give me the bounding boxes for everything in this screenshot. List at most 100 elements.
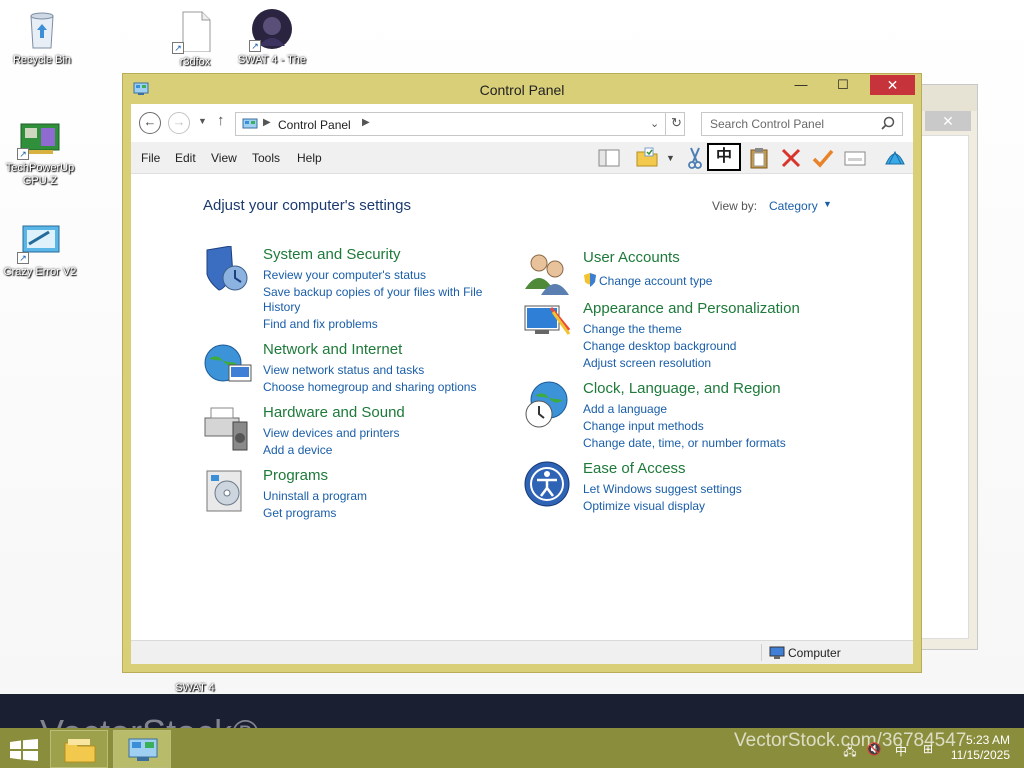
shield-icon[interactable] [203,245,253,294]
globe-clock-icon[interactable] [523,380,573,428]
taskbar: VectorStock.com/36784547 🖧 🔇 中 ⊞ 5:23 AM… [0,728,1024,768]
category-link[interactable]: Choose homegroup and sharing options [263,380,476,394]
status-bar: Computer [131,640,913,664]
game-icon: ↗ [249,8,293,52]
printer-speaker-icon[interactable] [203,404,253,452]
system-clock[interactable]: 5:23 AM 11/15/2025 [951,733,1010,763]
up-button[interactable]: ↑ [217,112,225,129]
display-icon[interactable] [523,300,573,348]
category-link[interactable]: View devices and printers [263,426,400,440]
background-window[interactable]: ✕ [918,84,978,650]
page-heading: Adjust your computer's settings [203,197,411,214]
category-link[interactable]: Change desktop background [583,339,736,353]
shell-icon[interactable] [883,146,907,170]
category-link[interactable]: View network status and tasks [263,363,424,377]
category-link[interactable]: Optimize visual display [583,499,705,513]
desktop-icon-recycle-bin[interactable]: Recycle Bin [0,8,84,66]
delete-icon[interactable] [779,146,803,170]
users-icon[interactable] [523,249,573,297]
input-method-indicator[interactable]: 中 [707,143,741,171]
background-window-close-button[interactable]: ✕ [925,111,971,131]
category-link[interactable]: Let Windows suggest settings [583,482,742,496]
globe-network-icon[interactable] [203,341,253,389]
search-input[interactable] [701,112,903,136]
start-button[interactable] [10,739,38,761]
cut-icon[interactable] [683,146,707,170]
desktop-icon-crazy-error[interactable]: ↗ Crazy Error V2 [0,220,82,278]
checkmark-icon[interactable] [811,146,835,170]
category-link[interactable]: Find and fix problems [263,317,378,331]
category-link[interactable]: Adjust screen resolution [583,356,711,370]
preview-pane-icon[interactable] [597,146,621,170]
file-explorer-icon [64,737,96,766]
category-link[interactable]: Uninstall a program [263,489,367,503]
paste-icon[interactable] [747,146,771,170]
background-window-titlebar[interactable] [919,85,977,111]
properties-icon[interactable] [843,146,867,170]
breadcrumb-separator-icon[interactable]: ▶ [263,117,271,128]
network-icon[interactable]: 🖧 [842,742,858,758]
category-title[interactable]: Network and Internet [263,341,402,358]
taskbar-control-panel[interactable] [113,730,171,768]
volume-muted-icon[interactable]: 🔇 [866,742,882,756]
desktop-icon-gpu-z[interactable]: ↗ TechPowerUp GPU-Z [0,116,82,188]
breadcrumb-control-panel[interactable]: Control Panel [278,118,351,132]
category-link[interactable]: Get programs [263,506,336,520]
shortcut-arrow-icon: ↗ [172,42,184,54]
desktop-icon-label: SWAT 4 [175,682,215,694]
folder-options-dropdown-icon[interactable]: ▼ [666,153,675,163]
input-language-icon[interactable]: 中 [893,742,909,758]
category-link[interactable]: History [263,300,300,314]
desktop-icon-r3dfox[interactable]: ↗ r3dfox [153,10,237,68]
view-by-category-select[interactable]: Category [769,199,818,213]
crazy-error-icon: ↗ [17,220,61,264]
address-bar[interactable]: ▶ Control Panel ▶ ⌄ [235,112,685,136]
search-icon[interactable] [881,116,897,132]
folder-options-icon[interactable] [635,146,659,170]
category-title[interactable]: Clock, Language, and Region [583,380,781,397]
minimize-button[interactable]: — [787,75,815,95]
programs-icon[interactable] [203,467,253,515]
back-button[interactable]: ← [139,112,161,134]
category-link[interactable]: Add a device [263,443,332,457]
category-link[interactable]: Review your computer's status [263,268,426,282]
ease-of-access-icon[interactable] [523,460,573,508]
navigation-bar: ← → ▼ ↑ ▶ Control Panel ▶ ⌄ ↻ [131,104,913,142]
category-link[interactable]: Add a language [583,402,667,416]
ime-mode-icon[interactable]: ⊞ [920,742,936,756]
view-by-dropdown-icon[interactable]: ▼ [823,199,832,209]
category-link[interactable]: Change account type [599,274,712,288]
menu-view[interactable]: View [211,151,237,165]
category-link[interactable]: Change the theme [583,322,682,336]
desktop-icon-label: SWAT 4 - The [237,54,307,66]
address-dropdown-icon[interactable]: ⌄ [650,117,659,130]
category-link[interactable]: Change input methods [583,419,704,433]
menu-help[interactable]: Help [297,151,322,165]
close-button[interactable]: ✕ [870,75,915,95]
window-titlebar[interactable]: Control Panel — ☐ ✕ [123,74,921,104]
menu-tools[interactable]: Tools [252,151,280,165]
computer-icon [769,646,785,660]
category-title[interactable]: Appearance and Personalization [583,300,800,317]
menu-toolbar-row: File Edit View Tools Help ▼ 中 [131,142,913,174]
category-title[interactable]: Ease of Access [583,460,686,477]
breadcrumb-separator-icon[interactable]: ▶ [362,117,370,128]
category-link[interactable]: Save backup copies of your files with Fi… [263,285,482,299]
shortcut-arrow-icon: ↗ [249,40,261,52]
desktop-icon-swat4-the[interactable]: ↗ SWAT 4 - The [230,8,314,66]
menu-file[interactable]: File [141,151,160,165]
refresh-button[interactable]: ↻ [665,112,687,136]
control-panel-icon [242,118,258,130]
forward-button[interactable]: → [168,112,190,134]
category-title[interactable]: Hardware and Sound [263,404,405,421]
category-title[interactable]: System and Security [263,246,401,263]
control-panel-window[interactable]: Control Panel — ☐ ✕ ← → ▼ ↑ ▶ Control Pa… [122,73,922,673]
menu-edit[interactable]: Edit [175,151,196,165]
recent-locations-dropdown[interactable]: ▼ [198,116,207,126]
category-title[interactable]: Programs [263,467,328,484]
category-title[interactable]: User Accounts [583,249,680,266]
maximize-button[interactable]: ☐ [829,75,857,95]
taskbar-file-explorer[interactable] [50,730,108,768]
shortcut-arrow-icon: ↗ [17,252,29,264]
category-link[interactable]: Change date, time, or number formats [583,436,786,450]
